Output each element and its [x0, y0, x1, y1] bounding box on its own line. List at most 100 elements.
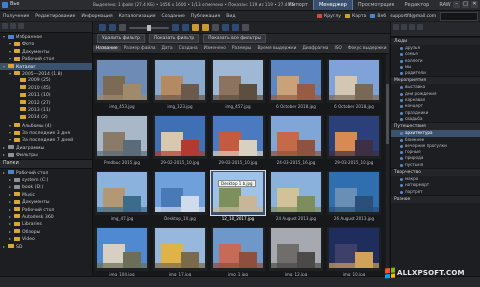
- folder-item[interactable]: ▸ Обзоры: [0, 228, 92, 235]
- tree-item[interactable]: 2014 (2): [0, 114, 92, 121]
- category-group[interactable]: Разное: [391, 194, 480, 203]
- thumbnail[interactable]: 26 August 2013.jpg: [326, 170, 382, 225]
- tree-item[interactable]: ▾ Фото: [0, 40, 92, 47]
- star-icon[interactable]: [202, 24, 209, 31]
- menu-item-4[interactable]: Создание: [159, 14, 188, 19]
- settings-icon[interactable]: [242, 24, 249, 31]
- tree-item[interactable]: ▾ Альбомы (4): [0, 122, 92, 129]
- menu-item-0[interactable]: Получение: [0, 14, 32, 19]
- category-group[interactable]: Люди: [391, 37, 480, 45]
- thumbnail[interactable]: img_104.jpg: [94, 226, 150, 276]
- tree-item[interactable]: 2012 (27): [0, 100, 92, 107]
- category-item[interactable]: свадьба: [391, 116, 480, 122]
- show-filter-button[interactable]: Показать фильтр: [148, 34, 200, 43]
- thumbnail[interactable]: img_12.jpg: [268, 226, 324, 276]
- mode-tab-3[interactable]: Редактор: [400, 0, 435, 10]
- category-item[interactable]: родители: [391, 70, 480, 76]
- thumbnail[interactable]: Predbuc 2015.jpg: [94, 114, 150, 169]
- sort-tab[interactable]: Размеры: [229, 46, 255, 51]
- scrollbar-thumb[interactable]: [386, 84, 389, 144]
- thumbnail[interactable]: 29-03-2015_10.jpg: [326, 114, 382, 169]
- tree-item[interactable]: ▾ Каталог: [0, 62, 92, 70]
- tree-item[interactable]: ▾ За последние 7 дней: [0, 136, 92, 143]
- menu-item-5[interactable]: Публикация: [188, 14, 223, 19]
- remove-filter-button[interactable]: Удалить фильтр: [97, 34, 145, 43]
- tree-item[interactable]: 2010 (45): [0, 85, 92, 92]
- sort-tab[interactable]: Создана: [176, 46, 201, 51]
- search-input[interactable]: [440, 11, 478, 21]
- sort-tab[interactable]: ISO: [331, 46, 344, 51]
- folder-item[interactable]: ▸ Autodesk 360: [0, 213, 92, 220]
- filter-icon[interactable]: [417, 24, 423, 30]
- show-all-filters-button[interactable]: Показать все фильтры: [203, 34, 267, 43]
- copy-icon[interactable]: [222, 24, 229, 31]
- folder-item[interactable]: ▸ Рабочий стол: [0, 169, 92, 176]
- category-group[interactable]: Путешествия: [391, 122, 480, 131]
- tree-item[interactable]: 2013 (11): [0, 107, 92, 114]
- sort-tab[interactable]: Размер файла: [121, 46, 159, 51]
- sort-tab[interactable]: Название: [93, 46, 121, 51]
- maximize-icon[interactable]: □: [462, 1, 469, 8]
- tree-item[interactable]: ▾ Избранное: [0, 33, 92, 40]
- category-group[interactable]: Творчество: [391, 168, 480, 177]
- category-item[interactable]: пустыня: [391, 162, 480, 168]
- folder-item[interactable]: ▸ Libraries: [0, 220, 92, 227]
- tag-icon[interactable]: [212, 24, 219, 31]
- mode-tab-1[interactable]: Менеджер: [312, 0, 353, 10]
- sort-tab[interactable]: Время выдержки: [254, 46, 299, 51]
- menu-item-3[interactable]: Каталогизация: [116, 14, 159, 19]
- tree-item[interactable]: ▾ Рабочий стол: [0, 55, 92, 62]
- menu-item-6[interactable]: Вид: [223, 14, 238, 19]
- rotate-icon[interactable]: [182, 24, 189, 31]
- folder-item[interactable]: ▸ system (C:): [0, 176, 92, 183]
- thumbnail[interactable]: img_457.jpg: [210, 58, 266, 113]
- tree-item[interactable]: ▾ 2005—2014 (1.8): [0, 70, 92, 77]
- thumbnail[interactable]: img_1.jpg: [210, 226, 266, 276]
- thumbnail[interactable]: Desktop_10.jpg: [152, 170, 208, 225]
- category-item[interactable]: портрет: [391, 189, 480, 195]
- tree-item[interactable]: 2009 (25): [0, 77, 92, 84]
- menu-item-1[interactable]: Редактирование: [32, 14, 78, 19]
- thumbnail[interactable]: 24-03-2015_16.jpg: [268, 114, 324, 169]
- tree-item[interactable]: ▾ Документы: [0, 48, 92, 55]
- section-1[interactable]: ▸ Фильтры: [0, 151, 92, 158]
- info-icon[interactable]: [401, 24, 407, 30]
- folder-item[interactable]: ▸ SD: [0, 243, 92, 250]
- up-icon[interactable]: [18, 23, 24, 29]
- category-group[interactable]: Мероприятия: [391, 76, 480, 85]
- thumbnail[interactable]: img_17.jpg: [152, 226, 208, 276]
- thumbnail[interactable]: img_47.jpg: [94, 170, 150, 225]
- sort-tab[interactable]: Фокус выдержки: [345, 46, 390, 51]
- folder-item[interactable]: ▸ Music: [0, 191, 92, 198]
- account[interactable]: supportfd@mail.com: [388, 12, 438, 20]
- folder-item[interactable]: ▸ Video: [0, 235, 92, 242]
- thumbnail[interactable]: 29-02-2015_10.jpg: [152, 114, 208, 169]
- back-icon[interactable]: [2, 23, 8, 29]
- section-0[interactable]: ▸ Диаграммы: [0, 144, 92, 151]
- menu-item-2[interactable]: Информация: [78, 14, 115, 19]
- thumbnail[interactable]: img_10.jpg: [326, 226, 382, 276]
- folder-item[interactable]: ▸ Рабочий стол: [0, 206, 92, 213]
- sort-tab[interactable]: Дата: [159, 46, 176, 51]
- folder-item[interactable]: ▸ Документы: [0, 198, 92, 205]
- thumbnail-size-slider[interactable]: [129, 24, 169, 31]
- thumbnail[interactable]: img_123.jpg: [152, 58, 208, 113]
- sort-icon[interactable]: [119, 24, 126, 31]
- tree-item[interactable]: 2011 (10): [0, 92, 92, 99]
- sort-tab[interactable]: Диафрагма: [299, 46, 331, 51]
- view-list-icon[interactable]: [109, 24, 116, 31]
- thumbnail[interactable]: 6 October 2018.jpg: [326, 58, 382, 113]
- grid-scrollbar[interactable]: [386, 54, 389, 276]
- web-button[interactable]: Веб: [368, 12, 388, 20]
- slideshow-button[interactable]: Круглу: [315, 12, 343, 20]
- thumbnail[interactable]: 29-02-2015_10.jpg: [210, 114, 266, 169]
- folder-item[interactable]: ▸ book (D:): [0, 183, 92, 190]
- tree-item[interactable]: ▾ За последние 3 дня: [0, 129, 92, 136]
- thumbnail[interactable]: 6 October 2018.jpg: [268, 58, 324, 113]
- view-grid-icon[interactable]: [99, 24, 106, 31]
- minimize-icon[interactable]: –: [453, 1, 460, 8]
- sort-tab[interactable]: Изменено: [201, 46, 229, 51]
- map-icon[interactable]: [409, 24, 415, 30]
- close-icon[interactable]: ✕: [471, 1, 478, 8]
- forward-icon[interactable]: [10, 23, 16, 29]
